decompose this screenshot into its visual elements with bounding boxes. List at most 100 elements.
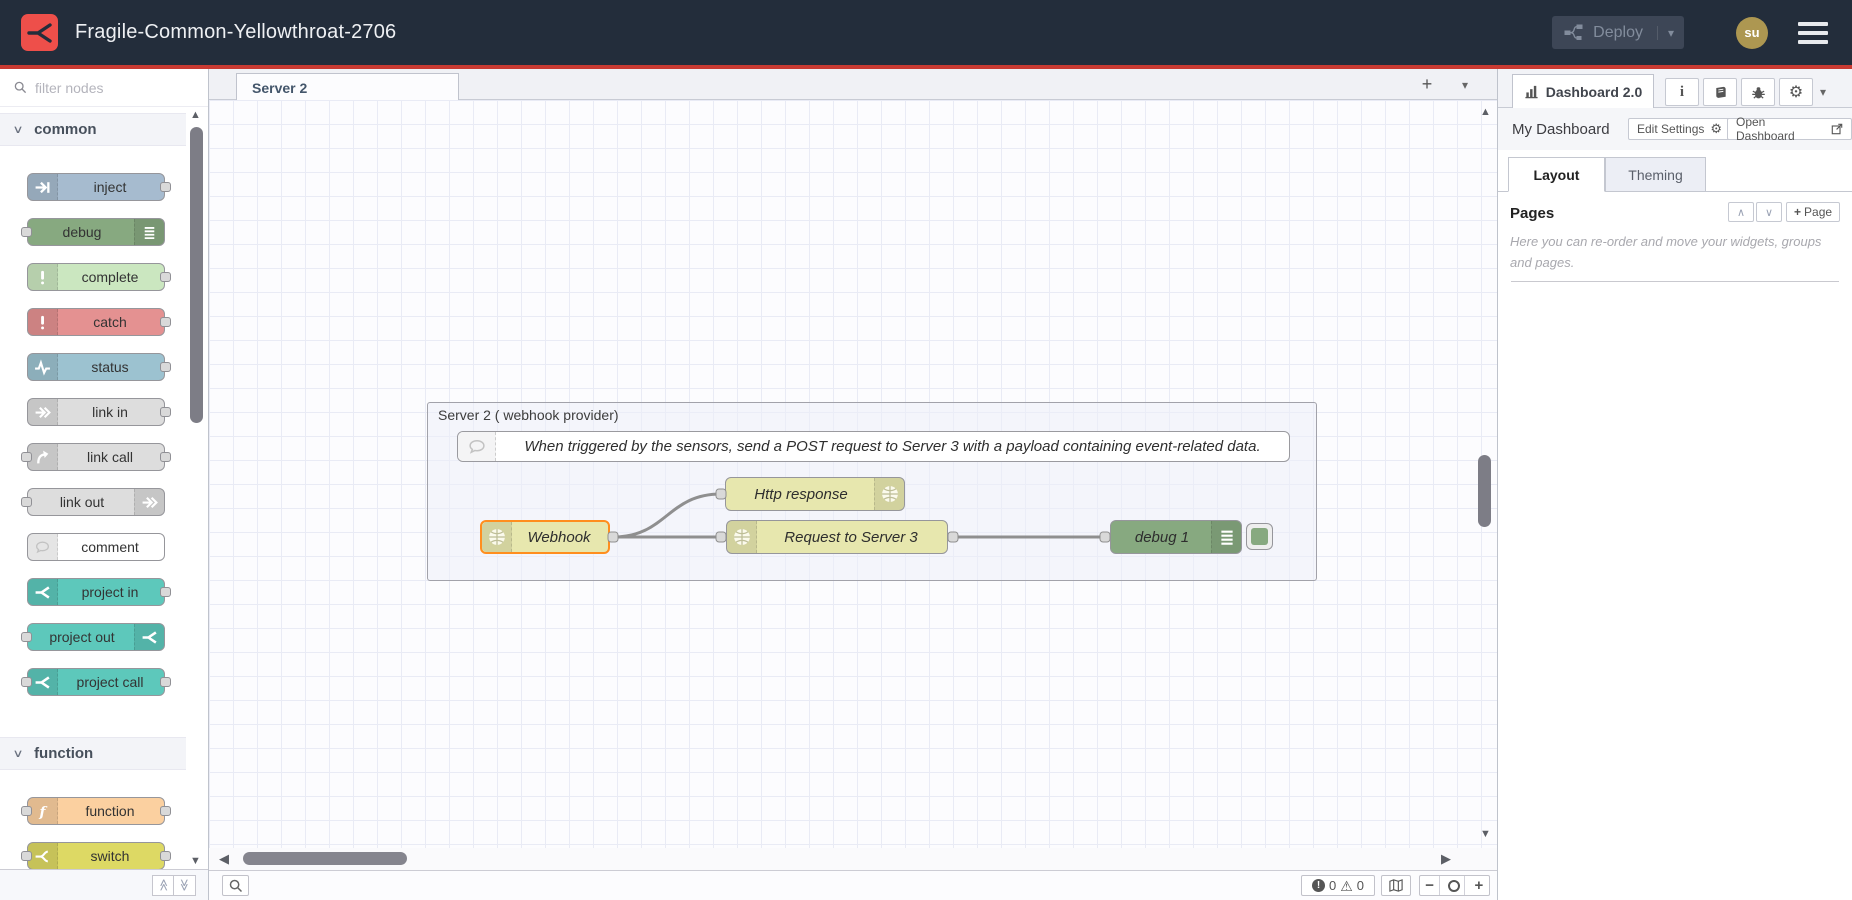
canvas-scrollbar-thumb[interactable] (1478, 455, 1491, 527)
palette-scrollbar[interactable]: ▲ ▼ (187, 107, 206, 869)
scroll-down-icon[interactable]: ▼ (1480, 828, 1491, 840)
arrow-in-icon (28, 174, 58, 200)
output-port[interactable] (160, 452, 171, 462)
node-webhook[interactable]: Webhook (480, 520, 610, 554)
palette-node-inject[interactable]: inject (27, 173, 165, 201)
search-icon (229, 879, 243, 893)
user-avatar[interactable]: su (1736, 17, 1768, 49)
palette-node-catch[interactable]: catch (27, 308, 165, 336)
palette-collapse-all-button[interactable]: ≫ (152, 875, 174, 896)
dashboard-header: My Dashboard Edit Settings ⚙ Open Dashbo… (1498, 108, 1852, 150)
node-comment[interactable]: When triggered by the sensors, send a PO… (457, 431, 1290, 462)
palette-node-debug[interactable]: debug (27, 218, 165, 246)
output-port[interactable] (160, 806, 171, 816)
output-port[interactable] (160, 407, 171, 417)
sidebar-tabs-caret[interactable]: ▾ (1820, 85, 1826, 99)
tab-server-2[interactable]: Server 2 (236, 73, 459, 101)
add-page-button[interactable]: + Page (1786, 202, 1840, 222)
tab-theming[interactable]: Theming (1605, 157, 1706, 192)
horizontal-scrollbar-thumb[interactable] (243, 852, 407, 865)
move-page-up-button[interactable]: ∧ (1728, 202, 1754, 222)
page-title: Fragile-Common-Yellowthroat-2706 (75, 21, 396, 44)
flow-list-button[interactable]: ▾ (1452, 72, 1478, 97)
output-port[interactable] (160, 587, 171, 597)
navigator-button[interactable] (1381, 875, 1411, 896)
canvas-horizontal-scrollbar[interactable]: ◀ ▶ (209, 848, 1497, 870)
input-port[interactable] (21, 677, 32, 687)
double-chevron-up-icon: ≫ (156, 879, 170, 892)
output-port[interactable] (160, 182, 171, 192)
zoom-in-button[interactable]: + (1469, 876, 1489, 895)
double-chevron-down-icon: ≫ (178, 879, 192, 892)
dashboard-tabs: Layout Theming (1498, 157, 1852, 192)
input-port[interactable] (21, 452, 32, 462)
palette-search[interactable] (0, 69, 208, 107)
output-port[interactable] (160, 851, 171, 861)
dashboard-title: My Dashboard (1512, 121, 1610, 138)
config-tab-button[interactable]: ⚙ (1779, 78, 1813, 106)
output-port[interactable] (160, 677, 171, 687)
add-flow-button[interactable]: + (1414, 72, 1440, 97)
node-request-to-server-3[interactable]: Request to Server 3 (726, 520, 948, 554)
palette-node-project-call[interactable]: project call (27, 668, 165, 696)
error-count: 0 (1329, 878, 1336, 893)
help-tab-button[interactable] (1703, 78, 1737, 106)
palette-node-switch[interactable]: switch (27, 842, 165, 869)
palette-node-project-out[interactable]: project out (27, 623, 165, 651)
canvas-search-button[interactable] (222, 875, 249, 896)
deploy-options-caret[interactable]: ▾ (1657, 26, 1684, 40)
palette-node-status[interactable]: status (27, 353, 165, 381)
palette-node-function[interactable]: functionf (27, 797, 165, 825)
palette-node-comment[interactable]: comment (27, 533, 165, 561)
scroll-left-icon[interactable]: ◀ (219, 851, 229, 867)
deploy-button[interactable]: Deploy ▾ (1552, 16, 1684, 49)
palette-node-link-out[interactable]: link out (27, 488, 165, 516)
scroll-up-icon[interactable]: ▲ (190, 109, 201, 121)
palette-expand-all-button[interactable]: ≫ (174, 875, 196, 896)
move-page-down-button[interactable]: ∨ (1756, 202, 1782, 222)
palette-scrollbar-thumb[interactable] (190, 127, 203, 423)
palette-node-link-in[interactable]: link in (27, 398, 165, 426)
input-port[interactable] (21, 806, 32, 816)
canvas-vertical-scrollbar[interactable]: ▲ ▼ (1476, 100, 1494, 848)
palette-category-common[interactable]: ∨common (0, 113, 186, 146)
scroll-down-icon[interactable]: ▼ (190, 855, 201, 867)
scroll-up-icon[interactable]: ▲ (1480, 106, 1491, 118)
zoom-out-button[interactable]: − (1420, 876, 1440, 895)
pages-title: Pages (1510, 205, 1554, 222)
warning-count: 0 (1357, 878, 1364, 893)
zoom-reset-button[interactable] (1444, 876, 1464, 895)
palette: ∨common inject debug complete catch status lin… (0, 69, 209, 900)
scroll-right-icon[interactable]: ▶ (1441, 851, 1451, 867)
output-port[interactable] (160, 317, 171, 327)
palette-node-complete[interactable]: complete (27, 263, 165, 291)
link-arrow-icon (28, 399, 58, 425)
edit-settings-button[interactable]: Edit Settings ⚙ (1628, 118, 1731, 140)
tab-layout[interactable]: Layout (1508, 157, 1605, 192)
input-port[interactable] (21, 851, 32, 861)
palette-node-link-call[interactable]: link call (27, 443, 165, 471)
deploy-icon (1564, 24, 1583, 41)
main-menu-button[interactable] (1798, 22, 1828, 44)
input-port[interactable] (21, 497, 32, 507)
palette-category-function[interactable]: ∨function (0, 737, 186, 770)
open-dashboard-button[interactable]: Open Dashboard (1727, 118, 1852, 140)
debug-enable-toggle[interactable] (1246, 523, 1273, 550)
input-port[interactable] (21, 227, 32, 237)
palette-node-project-in[interactable]: project in (27, 578, 165, 606)
output-port[interactable] (160, 272, 171, 282)
palette-search-input[interactable] (35, 80, 165, 96)
input-port[interactable] (21, 632, 32, 642)
pages-description: Here you can re-order and move your widg… (1510, 232, 1840, 274)
warning-icon: ⚠ (1340, 879, 1353, 893)
caret-down-icon: ▾ (1820, 85, 1826, 99)
info-tab-button[interactable]: i (1665, 78, 1699, 106)
link-arrow-icon (134, 489, 164, 515)
output-port[interactable] (160, 362, 171, 372)
tab-dashboard-2[interactable]: Dashboard 2.0 (1512, 74, 1654, 108)
node-http-response[interactable]: Http response (725, 477, 905, 511)
notifications-button[interactable]: ! 0 ⚠ 0 (1301, 875, 1375, 896)
debug-tab-button[interactable] (1741, 78, 1775, 106)
flow-canvas[interactable]: Server 2 ( webhook provider) When trigge… (209, 100, 1497, 848)
node-debug-1[interactable]: debug 1 (1110, 520, 1242, 554)
